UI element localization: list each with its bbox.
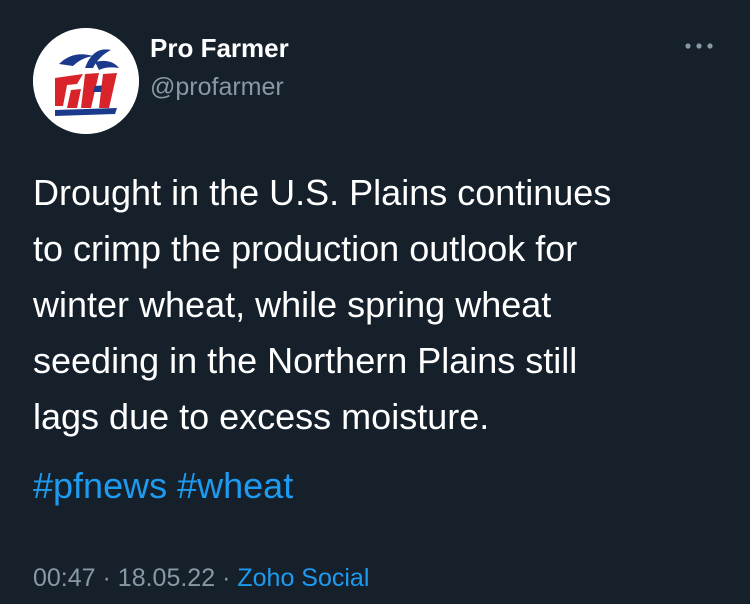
more-options-button[interactable] [682, 36, 716, 56]
tweet-date[interactable]: 18.05.22 [118, 564, 215, 592]
more-horizontal-icon [685, 43, 713, 49]
tweet-metadata: 00:47 · 18.05.22 · Zoho Social [33, 562, 369, 594]
pro-farmer-logo-icon [33, 28, 139, 134]
avatar[interactable] [33, 28, 139, 134]
meta-separator: · [222, 564, 231, 592]
meta-separator: · [102, 564, 111, 592]
hashtag-link[interactable]: #pfnews [33, 465, 167, 506]
tweet-text: Drought in the U.S. Plains continues to … [33, 172, 612, 437]
author-handle[interactable]: @profarmer [150, 72, 284, 102]
tweet-source-link[interactable]: Zoho Social [237, 564, 369, 592]
hashtag-list: #pfnews #wheat [33, 460, 293, 512]
hashtag-link[interactable]: #wheat [177, 465, 293, 506]
author-display-name[interactable]: Pro Farmer [150, 33, 289, 63]
tweet-card: Pro Farmer @profarmer Drought in the U.S… [0, 0, 750, 604]
tweet-time[interactable]: 00:47 [33, 564, 96, 592]
